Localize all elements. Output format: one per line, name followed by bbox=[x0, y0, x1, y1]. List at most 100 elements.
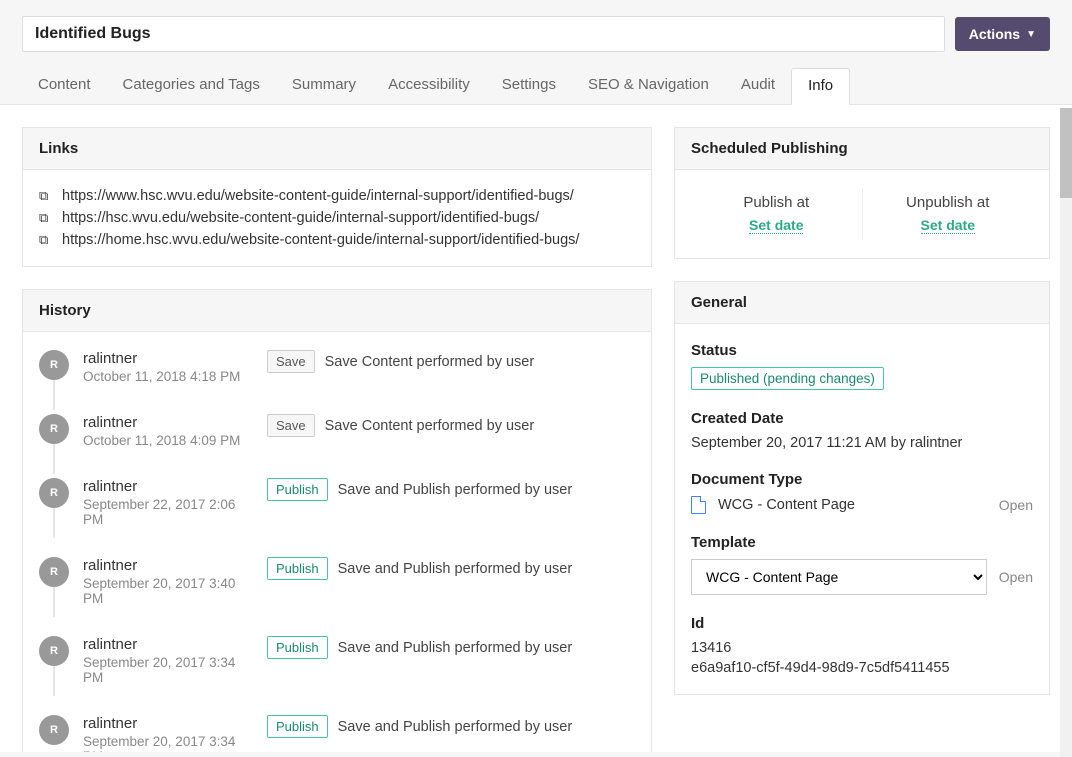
actions-button-label: Actions bbox=[969, 26, 1020, 42]
timeline-line bbox=[53, 508, 55, 538]
scrollbar[interactable] bbox=[1060, 108, 1072, 757]
id-section: Id 13416 e6a9af10-cf5f-49d4-98d9-7c5df54… bbox=[691, 615, 1033, 676]
links-panel-header: Links bbox=[23, 128, 651, 170]
history-date: October 11, 2018 4:18 PM bbox=[83, 369, 253, 384]
user-avatar: R bbox=[39, 414, 69, 444]
history-item: RralintnerOctober 11, 2018 4:09 PMSaveSa… bbox=[39, 414, 635, 478]
general-panel-header: General bbox=[675, 282, 1049, 324]
history-panel: History Rralintner October 11, 2018 4:18 … bbox=[22, 289, 652, 752]
topbar: Actions ▼ bbox=[0, 0, 1072, 52]
timeline-line bbox=[53, 444, 55, 474]
history-description: Save and Publish performed by user bbox=[338, 482, 573, 498]
id-value: 13416 bbox=[691, 640, 1033, 656]
scrollbar-thumb[interactable] bbox=[1060, 108, 1072, 198]
user-avatar: R bbox=[39, 350, 69, 380]
status-badge: Published (pending changes) bbox=[691, 367, 884, 390]
history-item: Rralintner September 20, 2017 3:40 PM Publ… bbox=[39, 557, 635, 636]
user-avatar: R bbox=[39, 478, 69, 508]
created-date-label: Created Date bbox=[691, 410, 1033, 427]
template-open-link[interactable]: Open bbox=[999, 569, 1033, 585]
scheduled-panel-header: Scheduled Publishing bbox=[675, 128, 1049, 170]
publish-set-date-link[interactable]: Set date bbox=[749, 217, 803, 234]
history-date: September 22, 2017 2:06 PM bbox=[83, 497, 253, 527]
document-type-label: Document Type bbox=[691, 471, 1033, 488]
history-date: September 20, 2017 3:34 PM bbox=[83, 655, 253, 685]
history-item: Rralintner September 20, 2017 3:34 PM Publ… bbox=[39, 636, 635, 715]
app-container: Actions ▼ ContentCategories and TagsSumm… bbox=[0, 0, 1072, 757]
tab-seo-navigation[interactable]: SEO & Navigation bbox=[572, 68, 725, 104]
link-row[interactable]: ⧉https://www.hsc.wvu.edu/website-content… bbox=[39, 188, 635, 204]
history-item: Rralintner September 22, 2017 2:06 PM Publ… bbox=[39, 478, 635, 557]
history-item: Rralintner October 11, 2018 4:18 PM Save Sa… bbox=[39, 350, 635, 414]
caret-down-icon: ▼ bbox=[1026, 29, 1036, 40]
tab-info[interactable]: Info bbox=[791, 68, 850, 105]
content-area: Links ⧉https://www.hsc.wvu.edu/website-c… bbox=[0, 105, 1072, 752]
history-description: Save and Publish performed by user bbox=[338, 719, 573, 735]
links-panel-body: ⧉https://www.hsc.wvu.edu/website-content… bbox=[23, 170, 651, 266]
general-panel: General Status Published (pending change… bbox=[674, 281, 1050, 695]
template-select[interactable]: WCG - Content Page bbox=[691, 559, 987, 595]
created-date-section: Created Date September 20, 2017 11:21 AM… bbox=[691, 410, 1033, 451]
action-badge: Save bbox=[267, 350, 315, 373]
document-type-row: WCG - Content Page Open bbox=[691, 496, 1033, 514]
general-panel-body: Status Published (pending changes) Creat… bbox=[675, 324, 1049, 694]
tab-settings[interactable]: Settings bbox=[486, 68, 572, 104]
history-user: ralintner bbox=[83, 414, 253, 431]
unpublish-at-col: Unpublish at Set date bbox=[863, 188, 1034, 240]
unpublish-set-date-link[interactable]: Set date bbox=[921, 217, 975, 234]
links-panel: Links ⧉https://www.hsc.wvu.edu/website-c… bbox=[22, 127, 652, 267]
page-title-input[interactable] bbox=[22, 16, 945, 52]
history-description: Save Content performed by user bbox=[325, 418, 535, 434]
history-user: ralintner bbox=[83, 557, 253, 574]
document-icon bbox=[691, 496, 706, 514]
status-label: Status bbox=[691, 342, 1033, 359]
action-badge: Publish bbox=[267, 636, 328, 659]
history-description: Save and Publish performed by user bbox=[338, 640, 573, 656]
user-avatar: R bbox=[39, 636, 69, 666]
document-type-section: Document Type WCG - Content Page Open bbox=[691, 471, 1033, 514]
user-avatar: R bbox=[39, 715, 69, 745]
history-date: September 20, 2017 3:40 PM bbox=[83, 576, 253, 606]
tab-content[interactable]: Content bbox=[22, 68, 107, 104]
action-badge: Publish bbox=[267, 557, 328, 580]
publish-at-label: Publish at bbox=[691, 194, 862, 211]
history-user: ralintner bbox=[83, 478, 253, 495]
timeline-line bbox=[53, 380, 55, 410]
tab-audit[interactable]: Audit bbox=[725, 68, 791, 104]
user-avatar: R bbox=[39, 557, 69, 587]
created-date-value: September 20, 2017 11:21 AM by ralintner bbox=[691, 435, 1033, 451]
tab-summary[interactable]: Summary bbox=[276, 68, 372, 104]
scheduled-panel-body: Publish at Set date Unpublish at Set dat… bbox=[675, 170, 1049, 258]
link-url: https://home.hsc.wvu.edu/website-content… bbox=[62, 232, 579, 248]
action-badge: Publish bbox=[267, 715, 328, 738]
external-link-icon: ⧉ bbox=[39, 188, 54, 204]
link-url: https://hsc.wvu.edu/website-content-guid… bbox=[62, 210, 539, 226]
id-label: Id bbox=[691, 615, 1033, 632]
publish-at-col: Publish at Set date bbox=[691, 188, 863, 240]
tab-accessibility[interactable]: Accessibility bbox=[372, 68, 486, 104]
external-link-icon: ⧉ bbox=[39, 210, 54, 226]
template-row: WCG - Content Page Open bbox=[691, 559, 1033, 595]
history-panel-header: History bbox=[23, 290, 651, 332]
history-user: ralintner bbox=[83, 350, 253, 367]
history-description: Save Content performed by user bbox=[325, 354, 535, 370]
action-badge: Save bbox=[267, 414, 315, 437]
tab-categories-and-tags[interactable]: Categories and Tags bbox=[107, 68, 276, 104]
link-row[interactable]: ⧉https://home.hsc.wvu.edu/website-conten… bbox=[39, 232, 635, 248]
history-date: September 20, 2017 3:34 PM bbox=[83, 734, 253, 752]
history-panel-body: Rralintner October 11, 2018 4:18 PM Save Sa… bbox=[23, 332, 651, 752]
scheduled-publishing-panel: Scheduled Publishing Publish at Set date… bbox=[674, 127, 1050, 259]
link-row[interactable]: ⧉ https://hsc.wvu.edu/website-content-gui… bbox=[39, 210, 635, 226]
document-type-open-link[interactable]: Open bbox=[999, 497, 1033, 513]
timeline-line bbox=[53, 587, 55, 617]
status-section: Status Published (pending changes) bbox=[691, 342, 1033, 390]
history-description: Save and Publish performed by user bbox=[338, 561, 573, 577]
unpublish-at-label: Unpublish at bbox=[863, 194, 1034, 211]
actions-button[interactable]: Actions ▼ bbox=[955, 17, 1050, 51]
document-type-value: WCG - Content Page bbox=[718, 497, 855, 513]
history-user: ralintner bbox=[83, 636, 253, 653]
template-section: Template WCG - Content Page Open bbox=[691, 534, 1033, 595]
tabs-bar: ContentCategories and TagsSummaryAccessi… bbox=[0, 52, 1072, 105]
history-user: ralintner bbox=[83, 715, 253, 732]
action-badge: Publish bbox=[267, 478, 328, 501]
